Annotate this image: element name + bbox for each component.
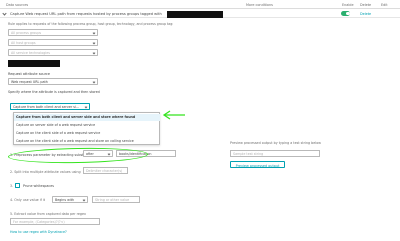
rule-title: Capture Web request URL path from reques…	[10, 11, 162, 16]
redacted-tag	[167, 10, 223, 18]
prune-whitespace-checkbox[interactable]	[15, 182, 20, 188]
redacted-process-group-tag	[8, 60, 60, 67]
delimiter-placeholder: Delimiter character(s)	[86, 169, 123, 174]
header-more-conditions: More conditions	[246, 2, 273, 7]
regex-input[interactable]: For example, (Categories)?(?<)	[10, 218, 100, 225]
caret-down-icon	[82, 198, 86, 202]
green-highlight-annotation	[7, 146, 149, 165]
prune-whitespace-label: Prune whitespaces	[23, 184, 54, 188]
capture-location-value: Capture from both client and server si..…	[13, 105, 80, 110]
step3-label: 3.	[10, 184, 14, 188]
step4-label: 4. Only use value if it	[10, 198, 46, 202]
condition-select[interactable]: Begins with	[52, 196, 88, 203]
caret-down-icon	[92, 51, 96, 55]
caret-down-icon	[92, 80, 96, 84]
regex-help-link[interactable]: How to use regex with Dynatrace?	[10, 230, 67, 234]
caret-down-icon	[92, 31, 96, 35]
delimiter-input[interactable]: Delimiter character(s)	[83, 167, 128, 174]
request-attribute-source-select[interactable]: Web request URL path	[8, 78, 98, 85]
specify-where-label: Specify where the attribute is captured …	[8, 90, 100, 94]
request-attribute-source-label: Request attribute source	[8, 71, 50, 76]
preview-label: Preview processed output by typing a tes…	[230, 141, 321, 145]
host-group-placeholder: All host groups	[11, 41, 36, 46]
header-enable: Enable	[342, 2, 354, 7]
delete-link[interactable]: Delete	[360, 12, 371, 16]
table-header: Data sources More conditions Enable Dele…	[0, 0, 400, 9]
step2-label: 2. Split into multiple attribute values …	[10, 169, 81, 174]
sample-string-placeholder: Sample test string	[233, 152, 264, 157]
step5-label: 5. Extract value from captured data per …	[10, 211, 86, 216]
regex-placeholder: For example, (Categories)?(?<)	[13, 220, 65, 225]
host-group-select[interactable]: All host groups	[8, 39, 98, 46]
condition-value-placeholder: String or other value	[95, 198, 130, 203]
chevron-down-icon[interactable]	[2, 11, 7, 16]
dropdown-option-client-store-calling[interactable]: Capture on the client side of a web requ…	[14, 138, 160, 145]
process-group-select[interactable]: All process groups	[8, 29, 98, 36]
header-delete: Delete	[360, 2, 372, 7]
service-technology-select[interactable]: All service technologies	[8, 49, 98, 56]
enable-toggle[interactable]	[341, 11, 350, 16]
green-arrow-annotation	[162, 110, 185, 120]
dropdown-option-both[interactable]: Capture from both client and server side…	[14, 113, 160, 121]
capture-location-dropdown: Capture from both client and server side…	[13, 112, 160, 145]
caret-down-icon	[84, 105, 88, 109]
process-group-placeholder: All process groups	[11, 31, 42, 36]
preview-output-button[interactable]: Preview processed output	[230, 161, 285, 168]
condition-value-input[interactable]: String or other value	[92, 196, 140, 203]
header-edit: Edit	[381, 2, 388, 7]
dropdown-option-client[interactable]: Capture on the client side of a web requ…	[14, 130, 160, 137]
header-data-sources: Data sources	[6, 2, 29, 7]
request-attribute-source-value: Web request URL path	[11, 80, 48, 85]
condition-value: Begins with	[55, 198, 75, 203]
capture-location-select[interactable]: Capture from both client and server si..…	[10, 103, 90, 110]
applies-text: Rule applies to requests of the followin…	[8, 21, 174, 26]
service-technology-placeholder: All service technologies	[11, 51, 51, 56]
caret-down-icon	[92, 41, 96, 45]
sample-string-input[interactable]: Sample test string	[230, 150, 320, 157]
dropdown-option-server[interactable]: Capture on server side of a web request …	[14, 122, 160, 129]
